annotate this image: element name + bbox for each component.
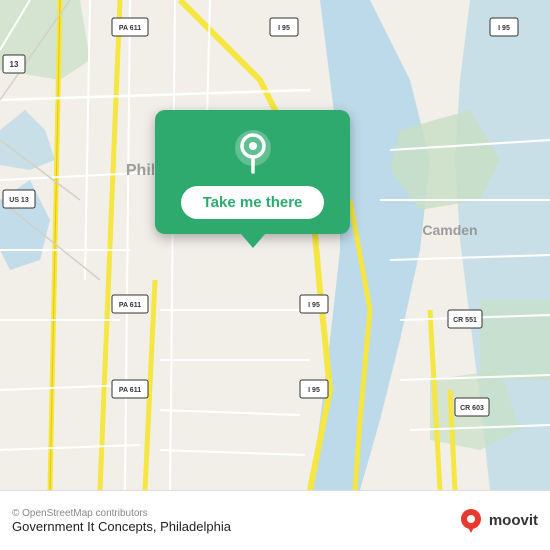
location-pin-icon bbox=[229, 128, 277, 176]
svg-text:I 95: I 95 bbox=[308, 387, 320, 394]
location-name: Government It Concepts, Philadelphia bbox=[12, 519, 447, 534]
svg-text:US 13: US 13 bbox=[9, 197, 29, 204]
svg-text:I 95: I 95 bbox=[498, 25, 510, 32]
take-me-there-button[interactable]: Take me there bbox=[181, 186, 325, 219]
svg-text:Camden: Camden bbox=[422, 222, 477, 238]
svg-text:13: 13 bbox=[10, 60, 19, 69]
svg-text:I 95: I 95 bbox=[278, 25, 290, 32]
svg-text:PA 611: PA 611 bbox=[119, 387, 141, 394]
bottom-bar: © OpenStreetMap contributors Government … bbox=[0, 490, 550, 550]
svg-text:PA 611: PA 611 bbox=[119, 302, 141, 309]
map-background: US 13 PA 611 PA 611 PA 611 I 95 I 95 13 … bbox=[0, 0, 550, 490]
svg-text:PA 611: PA 611 bbox=[119, 25, 141, 32]
moovit-icon bbox=[457, 507, 485, 535]
moovit-logo: moovit bbox=[457, 507, 538, 535]
map-popup: Take me there bbox=[155, 110, 350, 234]
bottom-info: © OpenStreetMap contributors Government … bbox=[12, 508, 447, 534]
copyright-text: © OpenStreetMap contributors bbox=[12, 508, 447, 519]
svg-text:CR 603: CR 603 bbox=[460, 405, 484, 412]
svg-text:CR 551: CR 551 bbox=[453, 317, 477, 324]
moovit-text: moovit bbox=[489, 512, 538, 529]
map-container: US 13 PA 611 PA 611 PA 611 I 95 I 95 13 … bbox=[0, 0, 550, 490]
svg-text:I 95: I 95 bbox=[308, 302, 320, 309]
